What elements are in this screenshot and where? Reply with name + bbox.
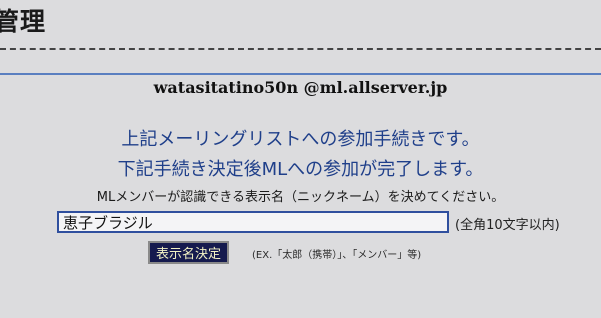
page-title: 管理 xyxy=(0,7,47,36)
example-text: (EX.「太郎（携帯）」、「メンバー」等) xyxy=(252,250,422,261)
length-note: (全角10文字以内) xyxy=(455,218,560,233)
mailing-list-address: watasitatino50n @ml.allserver.jp xyxy=(153,78,448,97)
display-name-input[interactable] xyxy=(57,211,449,233)
submit-display-name-button[interactable]: 表示名決定 xyxy=(148,241,230,264)
notice-line-1: 上記メーリングリストへの参加手続きです。 xyxy=(121,129,480,150)
notice-line-2: 下記手続き決定後MLへの参加が完了します。 xyxy=(117,159,484,180)
dashed-divider xyxy=(0,48,601,50)
instruction-text: MLメンバーが認識できる表示名（ニックネーム）を決めてください。 xyxy=(96,190,505,205)
section-divider xyxy=(0,73,601,75)
